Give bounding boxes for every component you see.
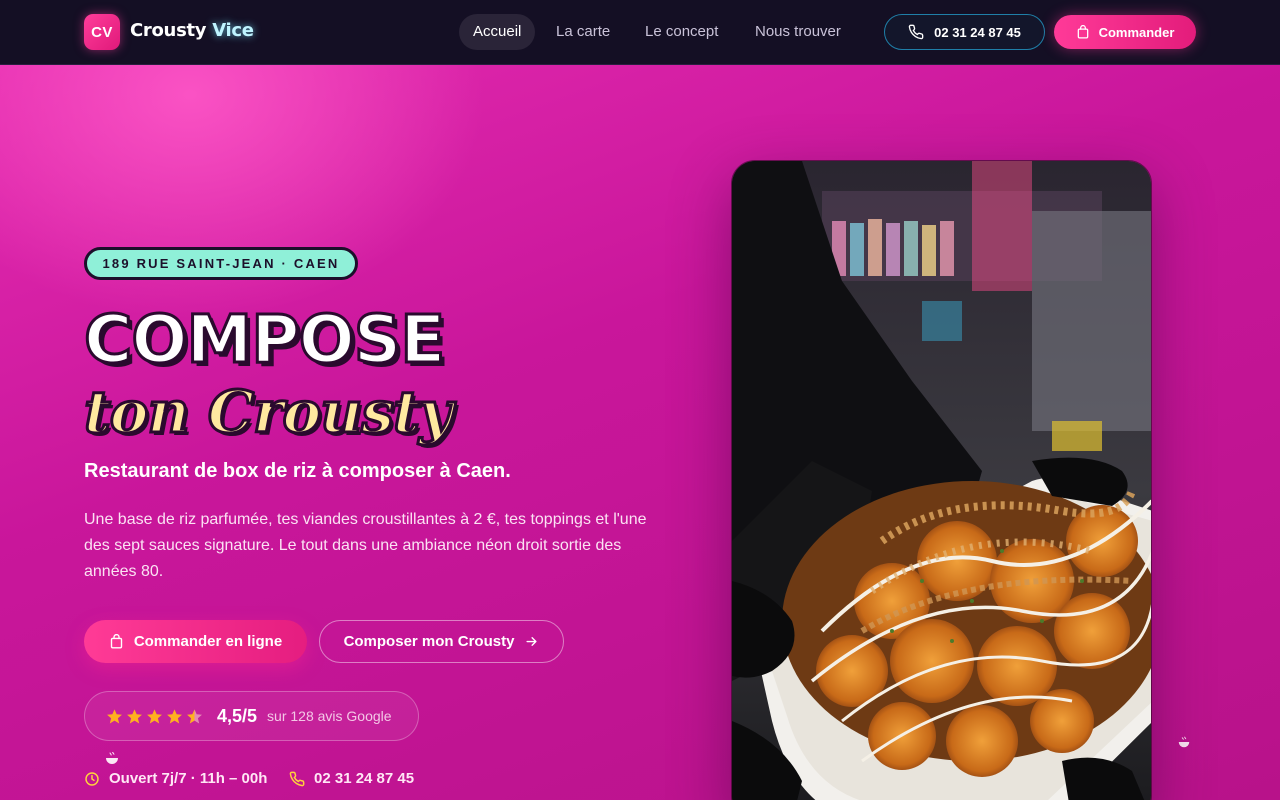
clock-icon	[85, 771, 99, 786]
hero-phone-link[interactable]: 02 31 24 87 45	[289, 770, 414, 787]
rice-bowl-icon	[1178, 736, 1190, 748]
opening-hours: Ouvert 7j/7 · 11h – 00h	[84, 770, 267, 787]
rating-stars	[106, 708, 203, 725]
hero-title-line1: COMPOSE	[82, 300, 446, 380]
hero-food-photo	[731, 160, 1152, 800]
arrow-right-icon	[526, 637, 537, 646]
hero-description: Une base de riz parfumée, tes viandes cr…	[84, 511, 647, 580]
star-icon	[147, 708, 162, 723]
rice-bowl-icon	[106, 751, 118, 764]
compose-crousty-button[interactable]: Composer mon Crousty	[319, 620, 564, 663]
star-icon	[127, 708, 142, 723]
nav-link-la-carte[interactable]: La carte	[542, 14, 624, 50]
google-rating-box[interactable]: 4,5/5 sur 128 avis Google	[84, 691, 419, 741]
order-online-label: Commander en ligne	[133, 633, 283, 650]
star-icon	[107, 708, 122, 723]
star-icon	[167, 708, 182, 723]
address-badge: 189 RUE SAINT-JEAN · CAEN	[84, 247, 358, 280]
phone-icon	[908, 24, 924, 40]
rating-score: 4,5/5	[217, 705, 258, 726]
top-navbar: CV Crousty Vice Accueil La carte Le conc…	[0, 0, 1280, 65]
nav-link-nous-trouver[interactable]: Nous trouver	[741, 14, 855, 50]
logo-word-vice: Vice	[212, 20, 254, 41]
crousty-box-illustration	[732, 161, 1151, 800]
opening-hours-text: Ouvert 7j/7 · 11h – 00h	[109, 770, 268, 787]
nav-link-accueil[interactable]: Accueil	[459, 14, 536, 50]
star-half-icon	[187, 708, 202, 723]
shopping-bag-icon	[110, 634, 122, 649]
phone-icon	[289, 771, 305, 786]
phone-number-label: 02 31 24 87 45	[934, 24, 1021, 40]
order-online-button[interactable]: Commander en ligne	[84, 620, 307, 663]
phone-call-button[interactable]: 02 31 24 87 45	[884, 14, 1045, 50]
logo-badge[interactable]: CV	[84, 14, 120, 50]
order-button-label: Commander	[1098, 24, 1175, 40]
logo-word-crousty: Crousty	[130, 20, 207, 41]
shopping-bag-icon	[1077, 25, 1088, 39]
logo-wordmark[interactable]: Crousty Vice	[130, 20, 254, 41]
rating-count: sur 128 avis Google	[267, 708, 392, 724]
hero-title-line2: ton Crousty	[83, 377, 455, 448]
order-button[interactable]: Commander	[1054, 15, 1196, 49]
compose-crousty-label: Composer mon Crousty	[343, 633, 515, 650]
hero-subtitle: Restaurant de box de riz à composer à Ca…	[84, 460, 511, 482]
hero-phone-text: 02 31 24 87 45	[314, 770, 415, 787]
nav-link-le-concept[interactable]: Le concept	[631, 14, 732, 50]
